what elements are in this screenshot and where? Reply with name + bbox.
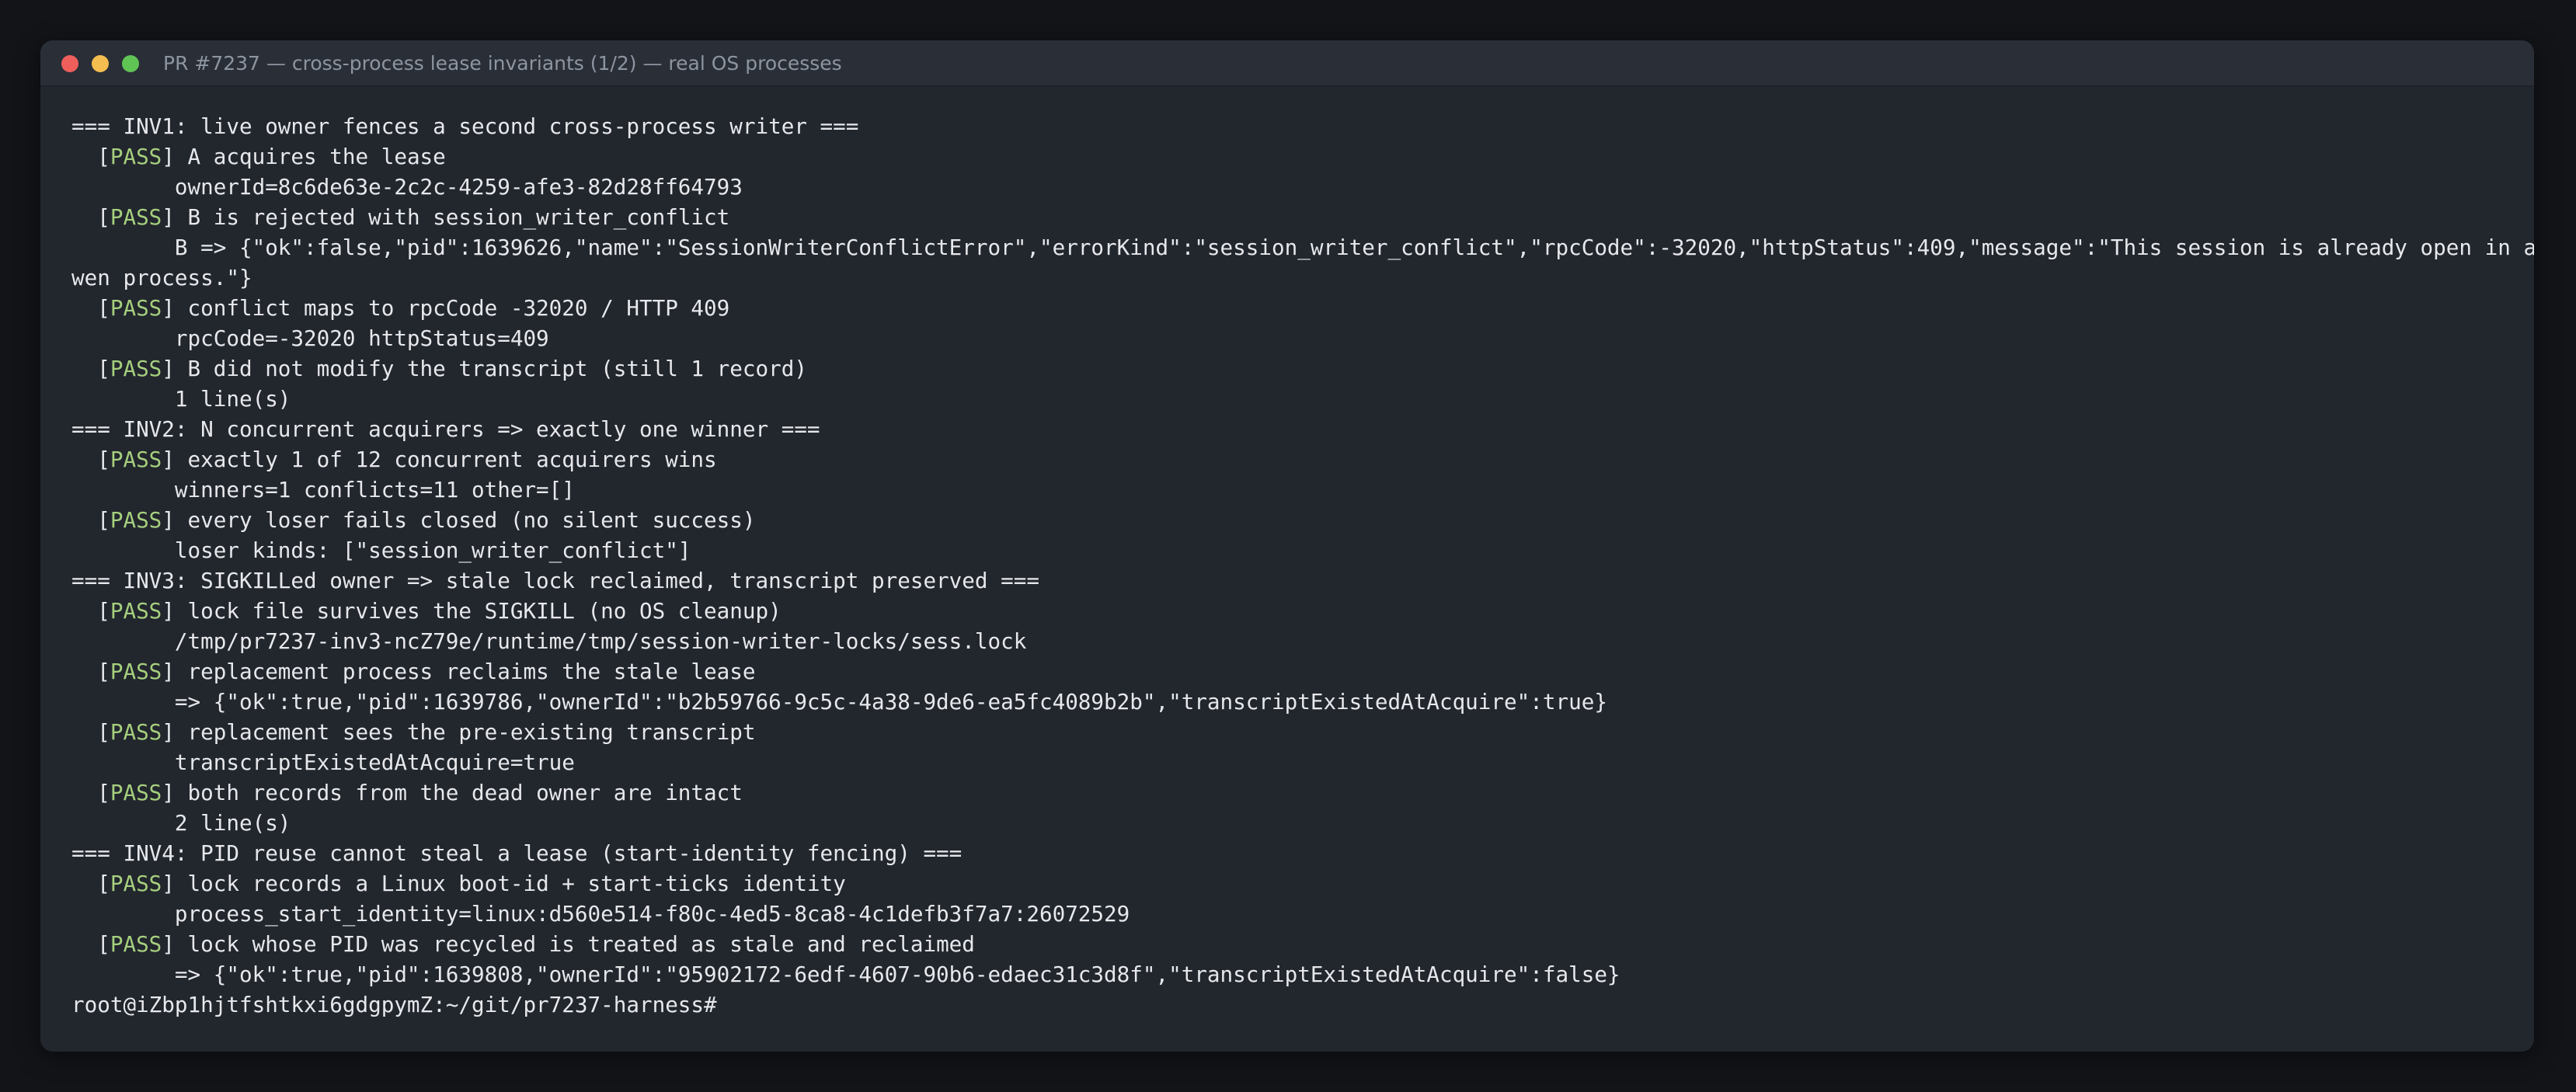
pass-status: PASS	[110, 204, 162, 230]
line-text: 2 line(s)	[71, 810, 291, 836]
output-line: winners=1 conflicts=11 other=[]	[71, 475, 2534, 505]
bracket-open: [	[71, 507, 110, 533]
terminal-window: PR #7237 — cross-process lease invariant…	[40, 40, 2534, 1052]
line-text: ownerId=8c6de63e-2c2c-4259-afe3-82d28ff6…	[71, 174, 743, 200]
pass-status: PASS	[110, 507, 162, 533]
title-bar: PR #7237 — cross-process lease invariant…	[40, 40, 2534, 86]
bracket-open: [	[71, 447, 110, 472]
bracket-open: [	[71, 356, 110, 381]
bracket-open: [	[71, 144, 110, 169]
output-line: === INV1: live owner fences a second cro…	[71, 111, 2534, 141]
test-result-line: [PASS] exactly 1 of 12 concurrent acquir…	[71, 444, 2534, 475]
pass-status: PASS	[110, 447, 162, 472]
shell-prompt[interactable]: root@iZbp1hjtfshtkxi6gdgpymZ:~/git/pr723…	[71, 989, 2534, 1020]
pass-status: PASS	[110, 598, 162, 624]
output-line: 1 line(s)	[71, 384, 2534, 414]
output-line: => {"ok":true,"pid":1639786,"ownerId":"b…	[71, 687, 2534, 717]
line-text: ] lock records a Linux boot-id + start-t…	[162, 871, 846, 896]
output-line: B => {"ok":false,"pid":1639626,"name":"S…	[71, 232, 2534, 263]
output-line: === INV3: SIGKILLed owner => stale lock …	[71, 565, 2534, 596]
line-text: ] lock whose PID was recycled is treated…	[162, 931, 975, 957]
output-line: wen process."}	[71, 263, 2534, 293]
line-text: ] replacement process reclaims the stale…	[162, 659, 756, 684]
output-line: => {"ok":true,"pid":1639808,"ownerId":"9…	[71, 959, 2534, 989]
test-result-line: [PASS] both records from the dead owner …	[71, 777, 2534, 808]
pass-status: PASS	[110, 659, 162, 684]
output-line: transcriptExistedAtAcquire=true	[71, 747, 2534, 777]
line-text: ] exactly 1 of 12 concurrent acquirers w…	[162, 447, 717, 472]
test-result-line: [PASS] lock whose PID was recycled is tr…	[71, 929, 2534, 959]
pass-status: PASS	[110, 295, 162, 321]
line-text: ] B is rejected with session_writer_conf…	[162, 204, 730, 230]
line-text: => {"ok":true,"pid":1639786,"ownerId":"b…	[71, 689, 1607, 715]
line-text: === INV3: SIGKILLed owner => stale lock …	[71, 568, 1039, 593]
zoom-window-button[interactable]	[122, 55, 139, 72]
pass-status: PASS	[110, 356, 162, 381]
minimize-window-button[interactable]	[92, 55, 109, 72]
line-text: /tmp/pr7237-inv3-ncZ79e/runtime/tmp/sess…	[71, 628, 1027, 654]
line-text: B => {"ok":false,"pid":1639626,"name":"S…	[71, 235, 2534, 260]
pass-status: PASS	[110, 871, 162, 896]
test-result-line: [PASS] every loser fails closed (no sile…	[71, 505, 2534, 535]
line-text: ] A acquires the lease	[162, 144, 446, 169]
bracket-open: [	[71, 780, 110, 805]
line-text: ] conflict maps to rpcCode -32020 / HTTP…	[162, 295, 730, 321]
bracket-open: [	[71, 659, 110, 684]
close-window-button[interactable]	[61, 55, 78, 72]
test-result-line: [PASS] lock file survives the SIGKILL (n…	[71, 596, 2534, 626]
bracket-open: [	[71, 204, 110, 230]
line-text: === INV1: live owner fences a second cro…	[71, 113, 859, 139]
test-result-line: [PASS] lock records a Linux boot-id + st…	[71, 868, 2534, 899]
line-text: rpcCode=-32020 httpStatus=409	[71, 325, 549, 351]
test-result-line: [PASS] B is rejected with session_writer…	[71, 202, 2534, 232]
output-line: loser kinds: ["session_writer_conflict"]	[71, 535, 2534, 565]
output-line: === INV4: PID reuse cannot steal a lease…	[71, 838, 2534, 868]
line-text: transcriptExistedAtAcquire=true	[71, 749, 575, 775]
output-line: ownerId=8c6de63e-2c2c-4259-afe3-82d28ff6…	[71, 172, 2534, 202]
line-text: ] replacement sees the pre-existing tran…	[162, 719, 756, 745]
line-text: wen process."}	[71, 265, 252, 290]
test-result-line: [PASS] A acquires the lease	[71, 141, 2534, 172]
line-text: ] every loser fails closed (no silent su…	[162, 507, 756, 533]
pass-status: PASS	[110, 780, 162, 805]
line-text: === INV4: PID reuse cannot steal a lease…	[71, 840, 963, 866]
output-line: === INV2: N concurrent acquirers => exac…	[71, 414, 2534, 444]
line-text: loser kinds: ["session_writer_conflict"]	[71, 537, 691, 563]
output-line: rpcCode=-32020 httpStatus=409	[71, 323, 2534, 353]
pass-status: PASS	[110, 931, 162, 957]
line-text: => {"ok":true,"pid":1639808,"ownerId":"9…	[71, 962, 1620, 987]
bracket-open: [	[71, 719, 110, 745]
test-result-line: [PASS] replacement sees the pre-existing…	[71, 717, 2534, 747]
pass-status: PASS	[110, 144, 162, 169]
line-text: winners=1 conflicts=11 other=[]	[71, 477, 575, 503]
test-result-line: [PASS] replacement process reclaims the …	[71, 656, 2534, 687]
bracket-open: [	[71, 295, 110, 321]
line-text: === INV2: N concurrent acquirers => exac…	[71, 416, 820, 442]
test-result-line: [PASS] B did not modify the transcript (…	[71, 353, 2534, 384]
bracket-open: [	[71, 871, 110, 896]
output-line: process_start_identity=linux:d560e514-f8…	[71, 899, 2534, 929]
line-text: ] B did not modify the transcript (still…	[162, 356, 807, 381]
pass-status: PASS	[110, 719, 162, 745]
line-text: ] lock file survives the SIGKILL (no OS …	[162, 598, 782, 624]
bracket-open: [	[71, 931, 110, 957]
test-result-line: [PASS] conflict maps to rpcCode -32020 /…	[71, 293, 2534, 323]
line-text: 1 line(s)	[71, 386, 291, 412]
terminal-output[interactable]: === INV1: live owner fences a second cro…	[71, 111, 2534, 1020]
output-line: 2 line(s)	[71, 808, 2534, 838]
bracket-open: [	[71, 598, 110, 624]
window-title: PR #7237 — cross-process lease invariant…	[163, 52, 842, 75]
line-text: process_start_identity=linux:d560e514-f8…	[71, 901, 1130, 927]
output-line: /tmp/pr7237-inv3-ncZ79e/runtime/tmp/sess…	[71, 626, 2534, 656]
line-text: ] both records from the dead owner are i…	[162, 780, 743, 805]
